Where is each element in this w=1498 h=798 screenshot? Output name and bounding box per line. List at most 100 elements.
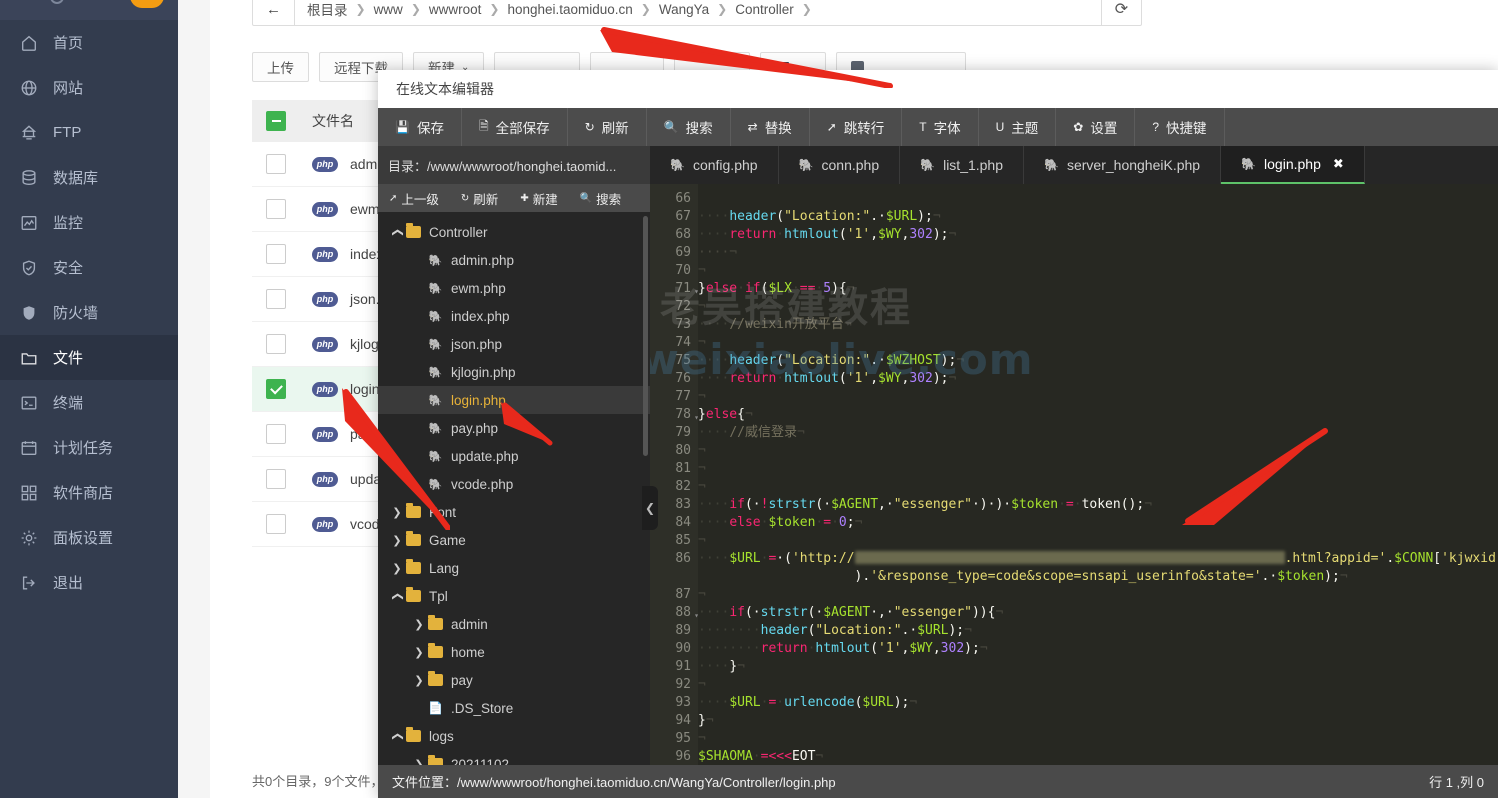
sidebar-item-8[interactable]: 终端	[0, 380, 178, 425]
tree-op-搜索[interactable]: 🔍搜索	[569, 189, 632, 208]
chevron-down-icon[interactable]: ❯	[391, 587, 404, 605]
sidebar-item-5[interactable]: 安全	[0, 245, 178, 290]
upload-button[interactable]: 上传	[252, 52, 309, 82]
code-token: ¬	[737, 659, 745, 674]
tree-node[interactable]: ❯home	[378, 638, 650, 666]
folder-icon	[406, 534, 421, 546]
tree-op-新建[interactable]: ✚新建	[509, 189, 568, 208]
chevron-right-icon[interactable]: ❯	[410, 618, 428, 631]
tree-node-label: Tpl	[429, 589, 448, 604]
tree-node[interactable]: 🐘admin.php	[378, 246, 650, 274]
breadcrumb-segment[interactable]: Controller	[735, 2, 794, 17]
chevron-right-icon[interactable]: ❯	[388, 562, 406, 575]
code-token: $URL	[862, 695, 893, 710]
row-checkbox[interactable]	[266, 199, 286, 219]
sidebar-item-2[interactable]: FTP	[0, 110, 178, 155]
breadcrumb-segment[interactable]: wwwroot	[429, 2, 482, 17]
tree-node[interactable]: 🐘json.php	[378, 330, 650, 358]
editor-toolbar-替换[interactable]: ⇄替换	[731, 108, 810, 146]
code-token: '1'	[878, 641, 901, 656]
editor-toolbar-刷新[interactable]: ↻刷新	[568, 108, 647, 146]
editor-toolbar-跳转行[interactable]: ➚跳转行	[810, 108, 903, 146]
editor-tab[interactable]: 🐘list_1.php	[900, 146, 1024, 184]
editor-tab[interactable]: 🐘server_hongheiK.php	[1024, 146, 1221, 184]
tree-node[interactable]: ❯pay	[378, 666, 650, 694]
editor-toolbar-主题[interactable]: U主题	[979, 108, 1057, 146]
breadcrumb-segment[interactable]: honghei.taomiduo.cn	[507, 2, 632, 17]
chevron-right-icon[interactable]: ❯	[388, 534, 406, 547]
editor-toolbar-字体[interactable]: T字体	[902, 108, 978, 146]
line-number: 78▾	[650, 406, 698, 424]
sidebar-item-0[interactable]: 首页	[0, 20, 178, 65]
sidebar-item-10[interactable]: 软件商店	[0, 470, 178, 515]
row-checkbox[interactable]	[266, 289, 286, 309]
back-button[interactable]: ←	[253, 0, 295, 25]
editor-tab[interactable]: 🐘config.php	[650, 146, 779, 184]
chevron-right-icon[interactable]: ❯	[388, 506, 406, 519]
row-checkbox[interactable]	[266, 379, 286, 399]
editor-tab[interactable]: 🐘conn.php	[779, 146, 901, 184]
breadcrumb-segment[interactable]: WangYa	[659, 2, 709, 17]
tree-node[interactable]: 🐘index.php	[378, 302, 650, 330]
breadcrumb-segment[interactable]: 根目录	[307, 0, 348, 19]
sidebar-item-1[interactable]: 网站	[0, 65, 178, 110]
sidebar-item-7[interactable]: 文件	[0, 335, 178, 380]
sidebar-item-3[interactable]: 数据库	[0, 155, 178, 200]
tree-node[interactable]: 🐘pay.php	[378, 414, 650, 442]
tree-node[interactable]: 📄.DS_Store	[378, 694, 650, 722]
sidebar-item-11[interactable]: 面板设置	[0, 515, 178, 560]
tree-node-label: Controller	[429, 225, 488, 240]
row-checkbox[interactable]	[266, 424, 286, 444]
editor-toolbar-快捷键[interactable]: ?快捷键	[1135, 108, 1224, 146]
row-checkbox[interactable]	[266, 154, 286, 174]
row-checkbox[interactable]	[266, 469, 286, 489]
editor-toolbar-设置[interactable]: ✿设置	[1056, 108, 1135, 146]
editor-toolbar-搜索[interactable]: 🔍搜索	[647, 108, 731, 146]
editor-tab[interactable]: 🐘login.php✖	[1221, 146, 1365, 184]
tree-node[interactable]: ❯admin	[378, 610, 650, 638]
tree-scrollbar[interactable]	[643, 216, 648, 456]
tree-node[interactable]: 🐘ewm.php	[378, 274, 650, 302]
tree-node[interactable]: ❯20211102	[378, 750, 650, 765]
chevron-right-icon[interactable]: ❯	[410, 646, 428, 659]
line-number: 71▾	[650, 280, 698, 298]
refresh-icon[interactable]: ⟳	[1101, 0, 1141, 25]
tree-node[interactable]: 🐘update.php	[378, 442, 650, 470]
tree-node[interactable]: ❯logs	[378, 722, 650, 750]
breadcrumb-segment[interactable]: www	[374, 2, 403, 17]
sidebar-item-4[interactable]: 监控	[0, 200, 178, 245]
tree-node[interactable]: ❯Game	[378, 526, 650, 554]
editor-toolbar-label: 跳转行	[844, 117, 885, 137]
chevron-right-icon[interactable]: ❯	[410, 674, 428, 687]
sidebar-item-9[interactable]: 计划任务	[0, 425, 178, 470]
tree-collapse-toggle[interactable]: ❮	[642, 486, 658, 530]
editor-tab-label: conn.php	[822, 157, 880, 173]
tree-node[interactable]: ❯Font	[378, 498, 650, 526]
tree-node[interactable]: 🐘vcode.php	[378, 470, 650, 498]
chevron-right-icon[interactable]: ❯	[410, 758, 428, 766]
row-checkbox[interactable]	[266, 514, 286, 534]
tree-node[interactable]: ❯ Tpl	[378, 582, 650, 610]
tree-node[interactable]: 🐘kjlogin.php	[378, 358, 650, 386]
chevron-down-icon[interactable]: ❯	[391, 223, 404, 241]
code-content[interactable]: ····header("Location:".·$URL);¬····retur…	[698, 184, 1498, 765]
chevron-down-icon[interactable]: ❯	[391, 727, 404, 745]
code-token: return	[761, 641, 808, 656]
sidebar-item-label: 计划任务	[53, 437, 113, 458]
code-editor[interactable]: 666768697071▾72737475767778▾798081828384…	[650, 184, 1498, 765]
tree-node[interactable]: ❯ Controller	[378, 218, 650, 246]
select-all-checkbox[interactable]	[266, 111, 286, 131]
tree-node[interactable]: ❯Lang	[378, 554, 650, 582]
column-header-filename: 文件名	[312, 111, 354, 131]
tree-node[interactable]: 🐘login.php	[378, 386, 650, 414]
editor-toolbar-全部保存[interactable]: 🗎全部保存	[462, 108, 568, 146]
close-icon[interactable]: ✖	[1333, 156, 1344, 172]
editor-toolbar-保存[interactable]: 💾保存	[378, 108, 462, 146]
sidebar-item-6[interactable]: 防火墙	[0, 290, 178, 335]
row-checkbox[interactable]	[266, 244, 286, 264]
row-checkbox[interactable]	[266, 334, 286, 354]
sidebar-item-12[interactable]: 退出	[0, 560, 178, 605]
tree-op-上一级[interactable]: ➚上一级	[378, 189, 450, 208]
code-token: );	[933, 371, 949, 386]
tree-op-刷新[interactable]: ↻刷新	[450, 189, 509, 208]
